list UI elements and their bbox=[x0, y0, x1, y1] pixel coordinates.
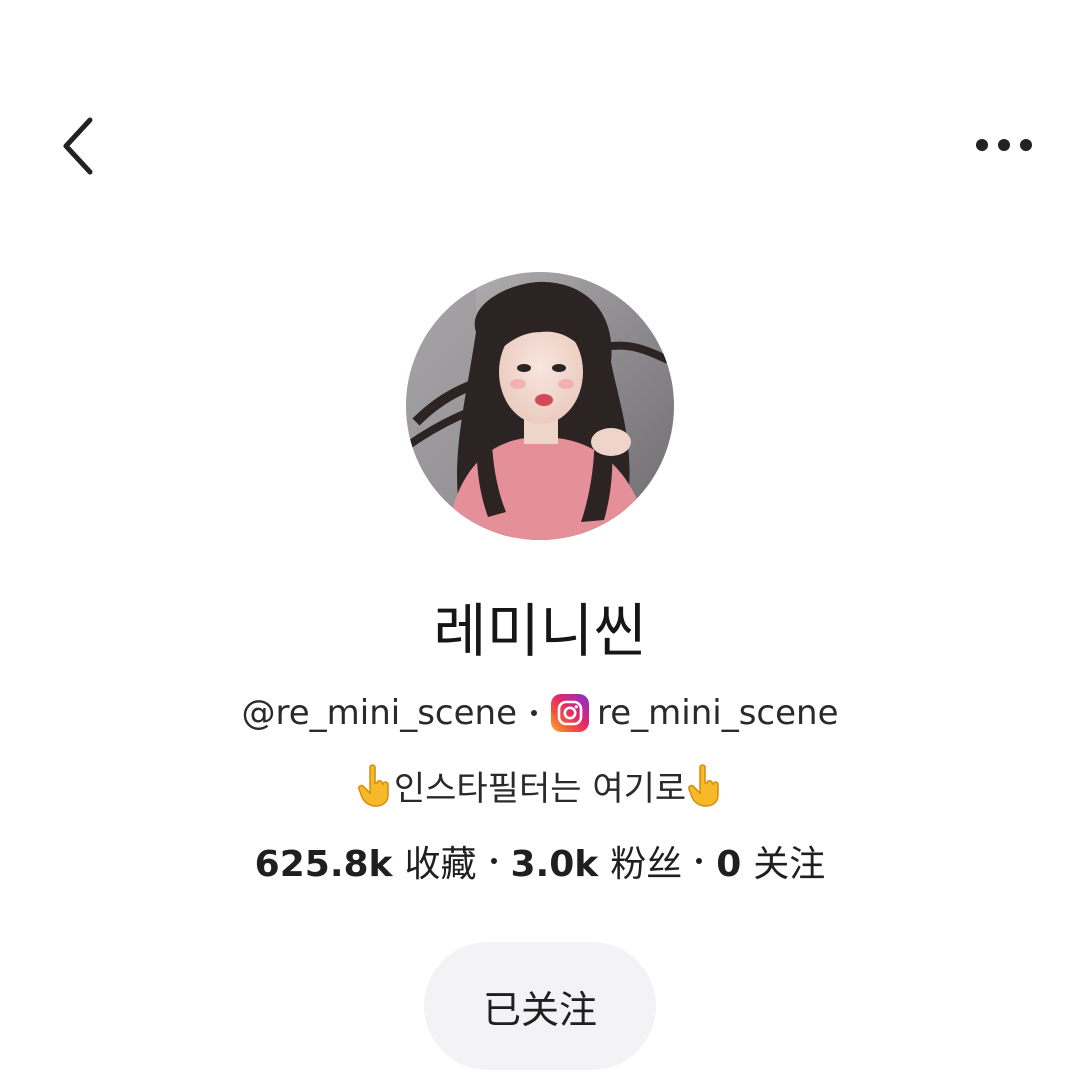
stat-value: 0 bbox=[716, 844, 742, 885]
bio: 인스타필터는 여기로 bbox=[0, 760, 1080, 810]
avatar[interactable] bbox=[406, 272, 674, 540]
display-name: 레미니씬 bbox=[433, 597, 647, 665]
stat-label: 关注 bbox=[753, 844, 826, 885]
handles-row: @re_mini_scene re_mini_scene bbox=[0, 690, 1080, 736]
stats-row: 625.8k 收藏 3.0k 粉丝 0 关注 bbox=[0, 836, 1080, 886]
stat-favorites[interactable]: 625.8k 收藏 bbox=[255, 835, 477, 887]
separator-dot bbox=[696, 858, 703, 864]
username-handle: @re_mini_scene bbox=[241, 693, 517, 733]
pointing-hand-emoji bbox=[356, 762, 394, 808]
instagram-icon[interactable] bbox=[551, 694, 589, 732]
instagram-handle[interactable]: re_mini_scene bbox=[597, 693, 839, 733]
pointing-hand-emoji bbox=[686, 762, 724, 808]
separator-dot bbox=[531, 710, 537, 716]
stat-followers[interactable]: 3.0k 粉丝 bbox=[511, 835, 683, 887]
more-options-button[interactable] bbox=[964, 120, 1044, 170]
chevron-left-icon bbox=[63, 117, 93, 175]
bio-text: 인스타필터는 여기로 bbox=[393, 768, 687, 809]
stat-value: 625.8k bbox=[254, 844, 393, 885]
stat-label: 粉丝 bbox=[610, 844, 683, 885]
avatar-image bbox=[406, 272, 674, 540]
following-button[interactable]: 已关注 bbox=[424, 942, 656, 1070]
stat-value: 3.0k bbox=[510, 844, 599, 885]
back-button[interactable] bbox=[48, 108, 108, 184]
more-horizontal-icon bbox=[976, 139, 1032, 151]
stat-following[interactable]: 0 关注 bbox=[716, 835, 825, 887]
stat-label: 收藏 bbox=[404, 844, 477, 885]
separator-dot bbox=[490, 858, 497, 864]
